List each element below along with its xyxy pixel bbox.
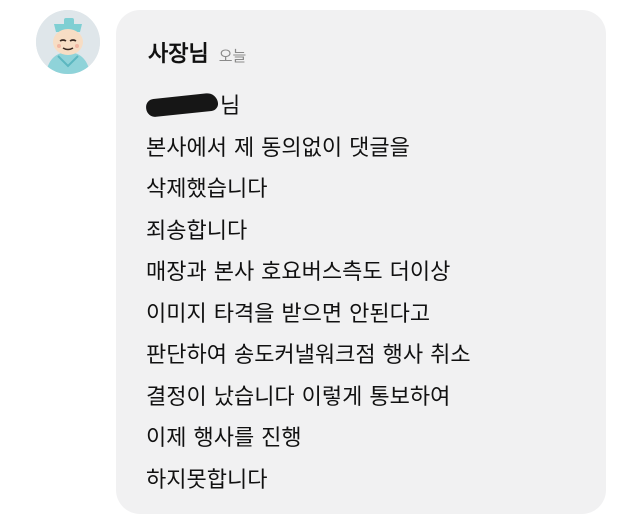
message-header: 사장님 오늘	[148, 36, 246, 68]
message-line: 삭제했습니다	[146, 177, 268, 202]
message-line: 본사에서 제 동의없이 댓글을	[146, 135, 410, 161]
sender-avatar[interactable]	[36, 10, 100, 74]
message-line: 죄송합니다	[146, 218, 248, 244]
message-line: 결정이 났습니다 이렇게 통보하여	[146, 384, 451, 410]
message-line: 판단하여 송도커낼워크점 행사 취소	[146, 343, 471, 368]
message-line: 하지못합니다	[146, 467, 268, 493]
character-avatar-icon	[36, 10, 100, 74]
redaction-mark	[145, 92, 219, 118]
message-line: 이미지 타격을 받으면 안된다고	[146, 301, 431, 327]
message-line: 매장과 본사 호요버스측도 더이상	[146, 260, 451, 285]
message-text: 님 본사에서 제 동의없이 댓글을 삭제했습니다 죄송합니다 매장과 본사 호요…	[145, 86, 586, 501]
message-line: 이제 행사를 진행	[146, 426, 302, 451]
sender-name[interactable]: 사장님	[148, 36, 209, 68]
message-time: 오늘	[218, 47, 247, 65]
message-line-text: 님	[220, 94, 241, 119]
message-line: 님	[145, 86, 586, 128]
